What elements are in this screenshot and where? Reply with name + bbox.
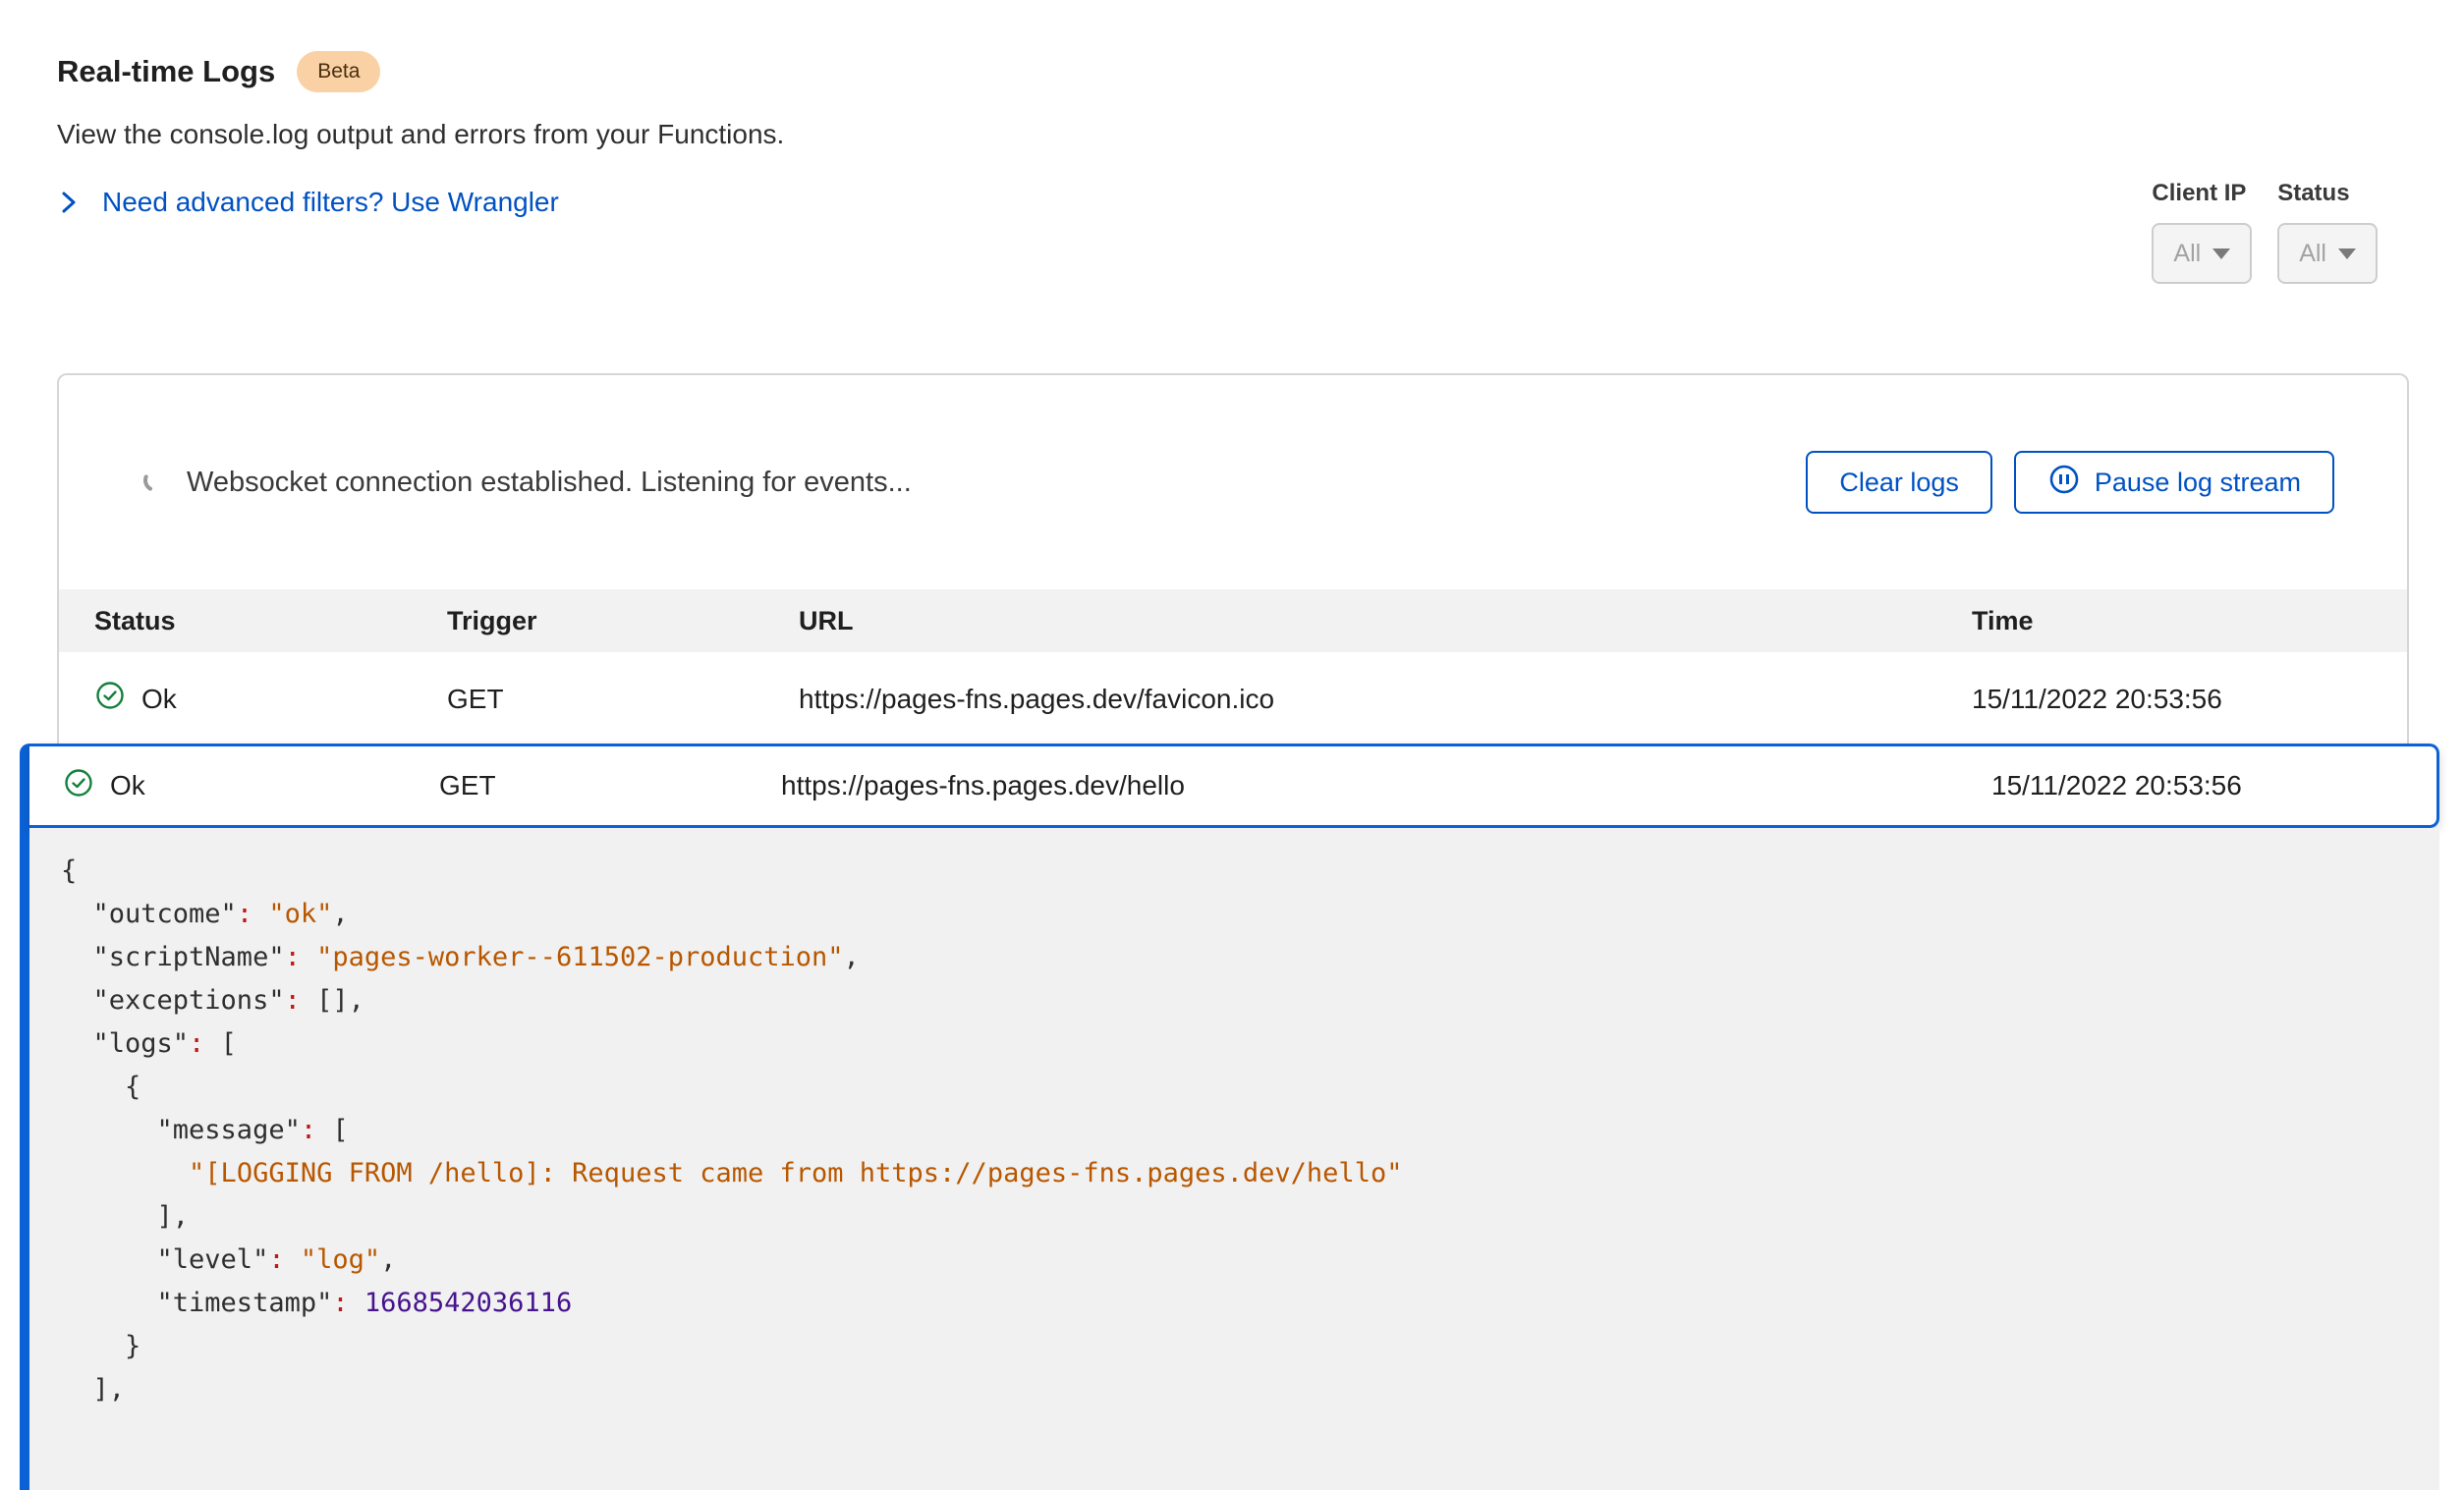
chevron-right-icon <box>57 188 81 217</box>
beta-badge: Beta <box>297 51 380 92</box>
column-header-status: Status <box>94 606 447 636</box>
caret-down-icon <box>2338 248 2356 259</box>
table-row[interactable]: Ok GET https://pages-fns.pages.dev/favic… <box>59 652 2407 745</box>
json-line: "scriptName": "pages-worker--611502-prod… <box>61 936 2439 979</box>
column-header-trigger: Trigger <box>447 606 799 636</box>
row-time: 15/11/2022 20:53:56 <box>1972 684 2372 715</box>
json-line: "exceptions": [], <box>61 979 2439 1022</box>
client-ip-filter-value: All <box>2173 240 2201 268</box>
row-trigger: GET <box>439 770 781 801</box>
log-table-header: Status Trigger URL Time <box>59 589 2407 652</box>
json-line: "outcome": "ok", <box>61 893 2439 936</box>
pause-log-stream-button[interactable]: Pause log stream <box>2014 451 2334 514</box>
json-line: ], <box>61 1368 2439 1411</box>
row-status: Ok <box>141 684 177 715</box>
row-url: https://pages-fns.pages.dev/favicon.ico <box>799 684 1972 715</box>
json-line: "[LOGGING FROM /hello]: Request came fro… <box>61 1152 2439 1195</box>
ok-check-icon <box>63 767 94 805</box>
page-subtitle: View the console.log output and errors f… <box>57 119 784 150</box>
clear-logs-label: Clear logs <box>1839 468 1959 498</box>
json-line: "logs": [ <box>61 1022 2439 1066</box>
column-header-url: URL <box>799 606 1972 636</box>
clear-logs-button[interactable]: Clear logs <box>1806 451 1992 514</box>
json-line: { <box>61 1066 2439 1109</box>
websocket-status: Websocket connection established. Listen… <box>141 467 912 499</box>
pause-log-stream-label: Pause log stream <box>2095 468 2301 498</box>
websocket-status-text: Websocket connection established. Listen… <box>187 467 912 499</box>
json-line: "message": [ <box>61 1109 2439 1152</box>
json-line: { <box>61 850 2439 893</box>
status-filter-dropdown[interactable]: All <box>2277 223 2378 284</box>
row-time: 15/11/2022 20:53:56 <box>1991 770 2403 801</box>
wrangler-link[interactable]: Need advanced filters? Use Wrangler <box>102 187 559 218</box>
json-line: } <box>61 1325 2439 1368</box>
log-json-viewer: { "outcome": "ok", "scriptName": "pages-… <box>29 828 2439 1490</box>
expanded-log-entry: Ok GET https://pages-fns.pages.dev/hello… <box>20 744 2439 1490</box>
wrangler-link-row[interactable]: Need advanced filters? Use Wrangler <box>57 187 784 218</box>
caret-down-icon <box>2212 248 2230 259</box>
log-toolbar: Websocket connection established. Listen… <box>59 375 2407 589</box>
json-line: "timestamp": 1668542036116 <box>61 1282 2439 1325</box>
client-ip-filter-dropdown[interactable]: All <box>2152 223 2252 284</box>
spinner-icon <box>141 467 169 499</box>
ok-check-icon <box>94 680 126 718</box>
row-url: https://pages-fns.pages.dev/hello <box>781 770 1991 801</box>
row-status: Ok <box>110 770 145 801</box>
status-filter-label: Status <box>2277 180 2349 207</box>
page-title: Real-time Logs <box>57 54 275 89</box>
table-row-selected[interactable]: Ok GET https://pages-fns.pages.dev/hello… <box>29 744 2439 828</box>
json-line: ], <box>61 1195 2439 1239</box>
json-line: "level": "log", <box>61 1239 2439 1282</box>
status-filter-value: All <box>2299 240 2326 268</box>
page-header: Real-time Logs Beta View the console.log… <box>57 51 784 218</box>
row-trigger: GET <box>447 684 799 715</box>
filters: Client IP All Status All <box>2152 180 2378 284</box>
pause-icon <box>2047 463 2081 503</box>
column-header-time: Time <box>1972 606 2372 636</box>
client-ip-filter-label: Client IP <box>2152 180 2246 207</box>
